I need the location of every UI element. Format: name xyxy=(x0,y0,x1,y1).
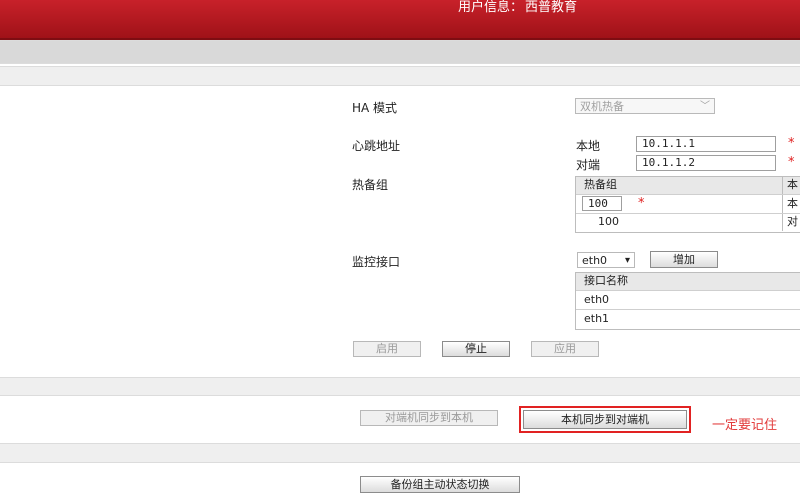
ha-mode-select[interactable]: 双机热备 ﹀ xyxy=(575,98,715,114)
monitor-interface-label: 监控接口 xyxy=(352,255,401,269)
interface-table: 接口名称 eth0 eth1 xyxy=(575,272,800,330)
group-id-cell: 100 xyxy=(598,215,619,228)
user-info: 用户信息： 西普教育 xyxy=(458,0,577,16)
section-band-ha xyxy=(0,66,800,86)
annotation-note: 一定要记住 xyxy=(712,418,778,433)
stop-button[interactable]: 停止 xyxy=(442,341,510,357)
user-info-label: 用户信息： xyxy=(458,0,524,15)
interface-cell: eth0 xyxy=(584,293,610,306)
chevron-down-icon: ﹀ xyxy=(700,101,710,112)
table-header-row: 热备组 本 xyxy=(576,177,800,195)
row-cell-2: 本 xyxy=(782,195,798,213)
peer-ip-input[interactable]: 10.1.1.2 xyxy=(636,155,776,171)
row-cell-2: 对 xyxy=(782,214,798,231)
section-band-sync xyxy=(0,377,800,396)
apply-button[interactable]: 应用 xyxy=(531,341,599,357)
required-star: * xyxy=(788,136,795,151)
table-row: eth0 xyxy=(576,291,800,310)
ha-mode-label: HA 模式 xyxy=(352,101,398,115)
group-id-input[interactable]: 100 xyxy=(582,196,622,211)
add-interface-button[interactable]: 增加 xyxy=(650,251,718,268)
required-star: * xyxy=(638,196,645,211)
hot-backup-group-table: 热备组 本 100 * 本 100 对 xyxy=(575,176,800,233)
hot-backup-group-label: 热备组 xyxy=(352,178,389,192)
section-band-backup xyxy=(0,443,800,463)
group-column-header: 热备组 xyxy=(584,178,617,191)
interface-cell: eth1 xyxy=(584,312,610,325)
enable-button[interactable]: 启用 xyxy=(353,341,421,357)
table-row: 100 对 xyxy=(576,214,800,231)
column-header-2: 本 xyxy=(782,177,798,194)
local-to-peer-sync-button[interactable]: 本机同步到对端机 xyxy=(519,406,691,433)
chevron-down-icon: ▾ xyxy=(624,255,630,266)
backup-group-switch-button[interactable]: 备份组主动状态切换 xyxy=(360,476,520,493)
toolbar-band xyxy=(0,40,800,64)
peer-label: 对端 xyxy=(576,158,601,172)
table-row: eth1 xyxy=(576,310,800,328)
local-label: 本地 xyxy=(576,139,601,153)
heartbeat-label: 心跳地址 xyxy=(352,139,401,153)
ha-mode-value: 双机热备 xyxy=(580,100,624,113)
local-ip-input[interactable]: 10.1.1.1 xyxy=(636,136,776,152)
interface-select-value: eth0 xyxy=(582,254,608,267)
required-star: * xyxy=(788,155,795,170)
table-row: 100 * 本 xyxy=(576,195,800,214)
peer-to-local-sync-button[interactable]: 对端机同步到本机 xyxy=(360,410,498,426)
page: 用户信息： 西普教育 HA 模式 双机热备 ﹀ 心跳地址 本地 10.1.1.1 … xyxy=(0,0,800,500)
table-header-row: 接口名称 xyxy=(576,273,800,291)
top-header: 用户信息： 西普教育 xyxy=(0,0,800,40)
interface-select[interactable]: eth0 ▾ xyxy=(577,252,635,268)
user-info-name: 西普教育 xyxy=(525,0,578,15)
interface-name-header: 接口名称 xyxy=(584,274,628,287)
